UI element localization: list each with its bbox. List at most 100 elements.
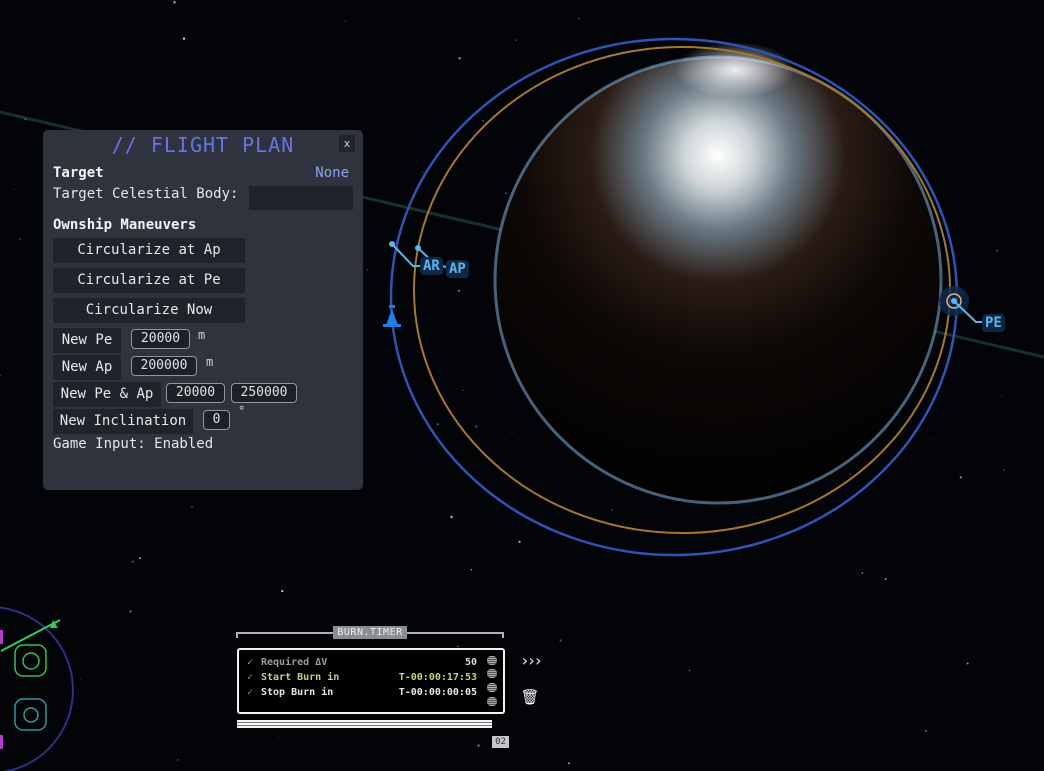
row-label: Stop Burn in bbox=[261, 687, 334, 698]
star bbox=[515, 39, 517, 41]
new-inclination-input[interactable]: 0 bbox=[203, 410, 230, 430]
burn-timer-title: BURN.TIMER bbox=[333, 626, 407, 639]
star bbox=[175, 28, 177, 30]
star bbox=[959, 476, 962, 479]
star bbox=[849, 472, 852, 475]
star bbox=[470, 569, 472, 571]
star bbox=[861, 572, 864, 574]
star bbox=[129, 610, 132, 613]
row-value: T-00:00:00:05 bbox=[398, 687, 477, 698]
circularize-pe-button[interactable]: Circularize at Pe bbox=[53, 268, 245, 293]
burn-progress-bar bbox=[237, 720, 492, 728]
check-icon: ✓ bbox=[247, 672, 254, 683]
star bbox=[344, 20, 346, 22]
check-icon: ✓ bbox=[247, 687, 254, 698]
star bbox=[458, 56, 461, 60]
new-ap-input[interactable]: 200000 bbox=[131, 356, 197, 376]
star bbox=[177, 759, 179, 761]
star bbox=[138, 557, 141, 560]
game-input-status: Game Input: Enabled bbox=[53, 436, 214, 452]
trash-icon: 🗑 bbox=[520, 688, 540, 706]
new-pe-button[interactable]: New Pe bbox=[53, 328, 121, 353]
star bbox=[1003, 469, 1005, 471]
burn-timer-panel: ✓ Required ΔV 50 ✓ Start Burn in T-00:00… bbox=[237, 648, 505, 714]
periapsis-marker[interactable] bbox=[939, 286, 984, 323]
star bbox=[131, 560, 134, 563]
flight-plan-window: // FLIGHT PLAN x Target None Target Cele… bbox=[43, 130, 363, 490]
row-label: Start Burn in bbox=[261, 672, 340, 683]
star bbox=[688, 669, 691, 672]
star bbox=[436, 423, 439, 426]
star bbox=[477, 744, 480, 747]
delete-button[interactable]: 🗑 bbox=[512, 685, 548, 717]
new-pe-ap-ap-input[interactable]: 250000 bbox=[231, 383, 297, 403]
row-value: 50 bbox=[464, 657, 477, 668]
star bbox=[1001, 396, 1003, 398]
star bbox=[366, 269, 368, 271]
fast-forward-icon: ››› bbox=[520, 651, 543, 670]
star bbox=[462, 389, 464, 391]
row-label: Required ΔV bbox=[261, 657, 328, 668]
planet[interactable] bbox=[493, 42, 943, 505]
new-ap-button[interactable]: New Ap bbox=[53, 355, 121, 380]
star bbox=[173, 1, 176, 4]
star bbox=[182, 37, 186, 40]
new-pe-input[interactable]: 20000 bbox=[131, 329, 190, 349]
star bbox=[450, 515, 453, 519]
circularize-ap-button[interactable]: Circularize at Ap bbox=[53, 238, 245, 263]
star bbox=[518, 540, 521, 543]
stop-burn-row: ✓ Stop Burn in T-00:00:00:05 bbox=[247, 686, 477, 700]
burn-timer-index: 02 bbox=[492, 736, 509, 748]
star bbox=[568, 762, 571, 765]
star bbox=[611, 508, 614, 511]
star bbox=[13, 188, 15, 190]
star bbox=[578, 17, 580, 20]
star bbox=[559, 639, 562, 642]
star bbox=[996, 249, 998, 252]
target-body-field[interactable] bbox=[249, 186, 353, 210]
star bbox=[0, 374, 1, 377]
star bbox=[925, 730, 927, 732]
star bbox=[511, 431, 513, 433]
required-dv-row: ✓ Required ΔV 50 bbox=[247, 656, 477, 670]
inclination-unit: ° bbox=[238, 404, 246, 418]
star bbox=[475, 425, 478, 428]
drag-handle-icon[interactable] bbox=[487, 656, 497, 665]
apoapsis-planned-label[interactable]: AP bbox=[446, 260, 469, 278]
drag-handle-icon[interactable] bbox=[487, 669, 497, 678]
target-value: None bbox=[315, 165, 349, 181]
star bbox=[458, 289, 460, 292]
star bbox=[884, 578, 887, 580]
star bbox=[421, 171, 424, 173]
new-ap-unit: m bbox=[206, 355, 214, 369]
star bbox=[966, 662, 969, 665]
periapsis-label[interactable]: PE bbox=[982, 314, 1005, 332]
apoapsis-current-label[interactable]: AR bbox=[420, 257, 443, 275]
star bbox=[80, 678, 82, 680]
window-title[interactable]: // FLIGHT PLAN bbox=[43, 133, 363, 157]
close-button[interactable]: x bbox=[339, 135, 355, 152]
new-pe-ap-pe-input[interactable]: 20000 bbox=[166, 383, 225, 403]
check-icon: ✓ bbox=[247, 657, 254, 668]
new-pe-unit: m bbox=[198, 328, 206, 342]
drag-handle-icon[interactable] bbox=[487, 697, 497, 706]
target-body-label: Target Celestial Body: bbox=[53, 186, 239, 202]
maneuvers-heading: Ownship Maneuvers bbox=[53, 217, 197, 233]
target-heading: Target bbox=[53, 165, 104, 181]
new-pe-ap-button[interactable]: New Pe & Ap bbox=[53, 382, 161, 407]
start-burn-row: ✓ Start Burn in T-00:00:17:53 bbox=[247, 671, 477, 685]
star bbox=[482, 119, 484, 122]
star bbox=[505, 192, 507, 194]
star bbox=[457, 645, 459, 648]
navball-dial[interactable] bbox=[0, 606, 74, 771]
circularize-now-button[interactable]: Circularize Now bbox=[53, 298, 245, 323]
star bbox=[281, 589, 284, 593]
star bbox=[19, 237, 22, 240]
drag-handle-icon[interactable] bbox=[487, 683, 497, 692]
star bbox=[278, 736, 279, 738]
fast-forward-button[interactable]: ››› bbox=[512, 650, 548, 682]
row-value: T-00:00:17:53 bbox=[398, 672, 477, 683]
new-inclination-button[interactable]: New Inclination bbox=[53, 409, 193, 434]
star bbox=[933, 437, 934, 439]
star bbox=[191, 506, 193, 508]
